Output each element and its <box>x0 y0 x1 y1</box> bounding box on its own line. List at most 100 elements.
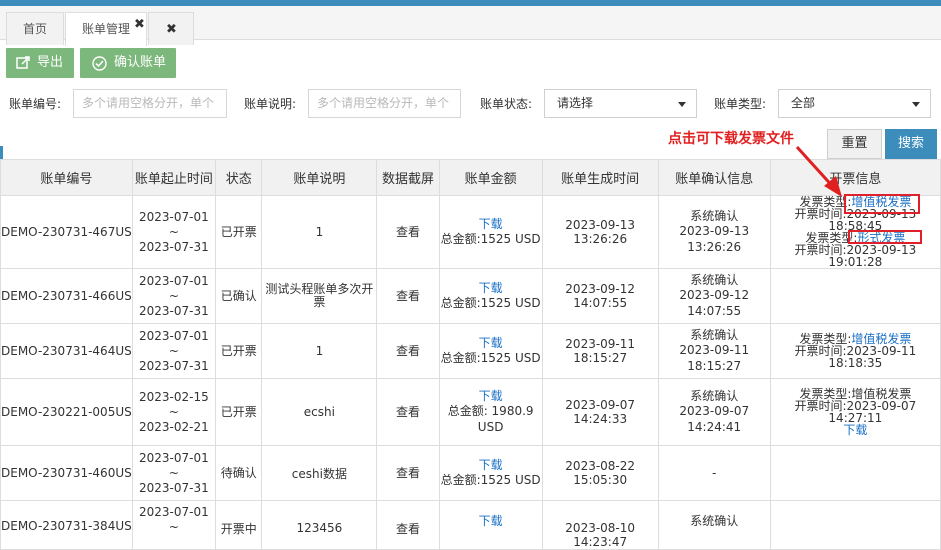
invoice-time-line: 开票时间:2023-09-13 19:01:28 <box>771 244 939 268</box>
period-cell: 2023-07-01 ~2023-07-31 <box>131 195 216 269</box>
download-link[interactable]: 下载 <box>440 281 541 295</box>
table-row: DEMO-230731-384US 2023-07-01 ~ 开票中 123456… <box>0 500 941 550</box>
tab-close-others[interactable]: ✖ <box>148 12 194 45</box>
confirm-by: 系统确认 <box>690 388 739 403</box>
desc-cell: ceshi数据 <box>261 445 378 501</box>
download-link[interactable]: 下载 <box>440 515 541 528</box>
invoice-download-link[interactable]: 下载 <box>771 424 939 436</box>
close-icon[interactable]: ✖ <box>166 23 177 36</box>
type-select-value: 全部 <box>791 96 816 110</box>
view-screenshot-link[interactable]: 查看 <box>376 500 440 550</box>
view-screenshot-link[interactable]: 查看 <box>376 378 440 446</box>
desc-cell: 1 <box>261 195 378 269</box>
amount-text: 总金额: 1980.9 USD <box>447 403 534 434</box>
col-header-period[interactable]: 账单起止时间 <box>131 159 216 196</box>
download-link[interactable]: 下载 <box>440 217 541 231</box>
annotation-text: 点击可下载发票文件 <box>668 131 794 147</box>
period-end: 2023-07-31 <box>138 480 209 495</box>
search-label: 搜索 <box>897 136 924 151</box>
invoice-cell: 发票类型:增值税发票 开票时间:2023-09-11 18:18:35 <box>769 323 941 379</box>
amount-cell: 下载 总金额: 1980.9 USD <box>438 378 543 446</box>
col-header-created[interactable]: 账单生成时间 <box>541 159 659 196</box>
close-tab-icon[interactable]: ✖ <box>134 18 145 31</box>
view-screenshot-link[interactable]: 查看 <box>376 445 440 501</box>
period-start: 2023-07-01 <box>138 273 209 288</box>
reset-label: 重置 <box>841 136 868 151</box>
desc-cell: 1 <box>261 323 378 379</box>
download-link[interactable]: 下载 <box>440 458 541 472</box>
tab-home-label: 首页 <box>22 22 47 36</box>
tab-bill-management-label: 账单管理 <box>81 22 130 36</box>
amount-cell: 下载 总金额:1525 USD <box>438 323 543 379</box>
confirm-by: 系统确认 <box>690 514 739 528</box>
view-screenshot-link[interactable]: 查看 <box>376 268 440 324</box>
col-header-invoice[interactable]: 开票信息 <box>769 159 941 196</box>
amount-cell: 下载 <box>438 500 543 550</box>
bill-no-cell: DEMO-230731-460US <box>0 445 133 501</box>
period-tilde: ~ <box>168 404 179 419</box>
status-cell: 开票中 <box>214 500 263 550</box>
view-screenshot-link[interactable]: 查看 <box>376 195 440 269</box>
type-select[interactable]: 全部 <box>778 89 931 118</box>
col-header-bill-no[interactable]: 账单编号 <box>0 159 133 196</box>
period-start: 2023-07-01 <box>138 505 209 519</box>
period-tilde: ~ <box>168 343 179 358</box>
bill-no-placeholder: 多个请用空格分开，单个 <box>82 96 215 110</box>
amount-text: 总金额:1525 USD <box>440 231 541 246</box>
period-cell: 2023-07-01 ~2023-07-31 <box>131 323 216 379</box>
period-tilde: ~ <box>168 520 179 534</box>
confirm-bill-button[interactable]: 确认账单 <box>80 48 176 78</box>
col-header-desc[interactable]: 账单说明 <box>261 159 378 196</box>
period-cell: 2023-02-15 ~2023-02-21 <box>131 378 216 446</box>
period-tilde: ~ <box>168 288 179 303</box>
created-cell: 2023-08-10 14:23:47 <box>541 500 659 550</box>
status-select-value: 请选择 <box>557 96 594 110</box>
period-start: 2023-02-15 <box>138 389 209 404</box>
chevron-down-icon <box>912 102 920 107</box>
chevron-down-icon <box>678 102 686 107</box>
col-header-status[interactable]: 状态 <box>214 159 263 196</box>
bill-no-input[interactable]: 多个请用空格分开，单个 <box>73 89 227 118</box>
period-end: 2023-07-31 <box>138 239 209 254</box>
desc-input[interactable]: 多个请用空格分开，单个 <box>308 89 461 118</box>
confirm-time: 2023-09-11 18:15:27 <box>679 342 750 373</box>
bill-no-cell: DEMO-230221-005US <box>0 378 133 446</box>
period-start: 2023-07-01 <box>138 328 209 343</box>
table-row: DEMO-230731-467US 2023-07-01 ~2023-07-31 … <box>0 195 941 269</box>
confirm-cell: - <box>657 445 771 501</box>
amount-cell: 下载 总金额:1525 USD <box>438 445 543 501</box>
invoice-time-line: 开票时间:2023-09-11 18:18:35 <box>771 345 939 369</box>
download-link[interactable]: 下载 <box>440 336 541 350</box>
download-link[interactable]: 下载 <box>440 389 541 403</box>
bill-no-cell: DEMO-230731-384US <box>0 500 133 550</box>
amount-cell: 下载 总金额:1525 USD <box>438 268 543 324</box>
confirm-cell: 系统确认 2023-09-12 14:07:55 <box>657 268 771 324</box>
bill-no-cell: DEMO-230731-466US <box>0 268 133 324</box>
status-select[interactable]: 请选择 <box>544 89 697 118</box>
search-button[interactable]: 搜索 <box>885 129 937 159</box>
export-button[interactable]: 导出 <box>6 48 74 78</box>
tab-home[interactable]: 首页 <box>6 12 64 45</box>
table-row: DEMO-230731-466US 2023-07-01 ~2023-07-31 … <box>0 268 941 324</box>
period-start: 2023-07-01 <box>138 209 209 224</box>
check-circle-icon <box>92 56 107 71</box>
confirm-time: 2023-09-13 13:26:26 <box>679 223 750 254</box>
reset-button[interactable]: 重置 <box>827 129 882 159</box>
period-end: 2023-07-31 <box>138 358 209 373</box>
view-screenshot-link[interactable]: 查看 <box>376 323 440 379</box>
confirm-time: 2023-09-12 14:07:55 <box>679 287 750 318</box>
col-header-confirm[interactable]: 账单确认信息 <box>657 159 771 196</box>
col-header-amount[interactable]: 账单金额 <box>438 159 543 196</box>
period-cell: 2023-07-01 ~ <box>131 500 216 550</box>
table-header-row: 账单编号 账单起止时间 状态 账单说明 数据截屏 账单金额 账单生成时间 账单确… <box>0 159 941 196</box>
tab-bill-management[interactable]: 账单管理 ✖ <box>65 12 147 46</box>
status-cell: 已开票 <box>214 378 263 446</box>
col-header-screenshot[interactable]: 数据截屏 <box>376 159 440 196</box>
status-cell: 已开票 <box>214 323 263 379</box>
amount-text: 总金额:1525 USD <box>440 472 541 487</box>
invoice-cell <box>769 268 941 324</box>
desc-label: 账单说明: <box>244 97 297 111</box>
period-cell: 2023-07-01 ~2023-07-31 <box>131 268 216 324</box>
confirm-cell: 系统确认 2023-09-13 13:26:26 <box>657 195 771 269</box>
table-row: DEMO-230221-005US 2023-02-15 ~2023-02-21 … <box>0 378 941 446</box>
